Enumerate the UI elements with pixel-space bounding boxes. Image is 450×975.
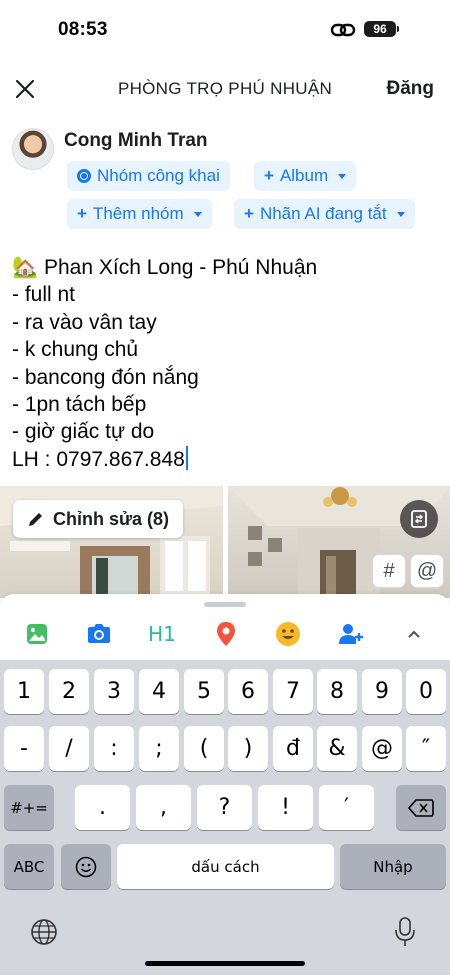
text-cursor [185, 445, 188, 470]
key-open-paren[interactable]: ( [184, 726, 224, 771]
globe-icon[interactable] [30, 918, 58, 946]
composer-header: PHÒNG TRỌ PHÚ NHUẬN Đăng [0, 60, 450, 118]
key-5[interactable]: 5 [184, 669, 224, 714]
key-slash[interactable]: / [49, 726, 89, 771]
swap-layout-button[interactable] [400, 500, 438, 538]
key-hyphen[interactable]: - [4, 726, 44, 771]
key-period[interactable]: . [75, 785, 130, 830]
tag-people-tool[interactable] [337, 620, 365, 648]
location-tool[interactable] [212, 620, 240, 648]
emoji-icon [75, 856, 97, 877]
tag-person-icon [339, 624, 363, 644]
photo-tool[interactable] [23, 620, 51, 648]
microphone-icon[interactable] [394, 916, 416, 948]
backspace-icon [408, 798, 434, 817]
key-double-prime[interactable]: ″ [406, 726, 446, 771]
key-question[interactable]: ? [197, 785, 252, 830]
smiley-icon [276, 622, 300, 646]
key-1[interactable]: 1 [4, 669, 44, 714]
plus-icon: + [264, 166, 274, 185]
link-icon [330, 23, 356, 37]
space-key[interactable]: dấu cách [117, 844, 334, 889]
plus-icon: + [244, 204, 254, 223]
key-2[interactable]: 2 [49, 669, 89, 714]
delete-key[interactable] [396, 785, 446, 830]
key-3[interactable]: 3 [94, 669, 134, 714]
key-ampersand[interactable]: & [317, 726, 357, 771]
album-button[interactable]: + Album [254, 161, 357, 191]
mention-button[interactable]: @ [410, 554, 444, 588]
post-text-input[interactable]: 🏡 Phan Xích Long - Phú Nhuận - full nt -… [12, 254, 442, 473]
globe-icon [77, 169, 91, 183]
edit-photos-label: Chỉnh sửa (8) [53, 508, 170, 529]
status-bar: 08:53 96 [0, 0, 450, 60]
key-close-paren[interactable]: ) [228, 726, 268, 771]
key-abc[interactable]: ABC [4, 844, 54, 889]
chevron-up-icon [408, 630, 420, 638]
pencil-icon [29, 513, 42, 526]
add-group-label: Thêm nhóm [92, 204, 184, 223]
key-8[interactable]: 8 [317, 669, 357, 714]
privacy-label: Nhóm công khai [97, 166, 220, 185]
key-symbols-toggle[interactable]: #+= [4, 785, 54, 830]
key-9[interactable]: 9 [362, 669, 402, 714]
chevron-down-icon [396, 211, 405, 217]
key-comma[interactable]: , [136, 785, 191, 830]
expand-toolbar-button[interactable] [400, 620, 428, 648]
key-0[interactable]: 0 [406, 669, 446, 714]
key-colon[interactable]: : [94, 726, 134, 771]
key-exclamation[interactable]: ! [258, 785, 313, 830]
ai-label-text: Nhãn AI đang tắt [259, 204, 387, 223]
edit-photos-button[interactable]: Chỉnh sửa (8) [13, 500, 184, 538]
battery-tip [397, 26, 399, 32]
key-4[interactable]: 4 [139, 669, 179, 714]
return-key[interactable]: Nhập [340, 844, 446, 889]
hashtag-button[interactable]: # [372, 554, 406, 588]
key-6[interactable]: 6 [228, 669, 268, 714]
key-7[interactable]: 7 [273, 669, 313, 714]
post-button[interactable]: Đăng [387, 78, 435, 100]
heading-tool[interactable]: H1 [148, 620, 176, 648]
privacy-selector[interactable]: Nhóm công khai [67, 161, 230, 191]
key-prime[interactable]: ′ [319, 785, 374, 830]
ai-label-button[interactable]: + Nhãn AI đang tắt [234, 199, 415, 229]
avatar [12, 128, 54, 170]
post-text: 🏡 Phan Xích Long - Phú Nhuận - full nt -… [12, 256, 318, 471]
image-icon [27, 624, 47, 644]
key-semicolon[interactable]: ; [139, 726, 179, 771]
location-pin-icon [217, 622, 235, 646]
camera-icon [88, 624, 110, 643]
emoji-key[interactable] [61, 844, 111, 889]
swap-icon [411, 510, 427, 528]
add-group-button[interactable]: + Thêm nhóm [67, 199, 212, 229]
battery-indicator: 96 [364, 21, 396, 37]
keyboard: 1 2 3 4 5 6 7 8 9 0 - / : ; ( ) đ & @ ″ … [0, 660, 450, 975]
key-d-stroke[interactable]: đ [273, 726, 313, 771]
status-time: 08:53 [58, 19, 108, 40]
camera-tool[interactable] [85, 620, 113, 648]
plus-icon: + [77, 204, 87, 223]
home-indicator [145, 961, 305, 966]
author-name: Cong Minh Tran [64, 130, 208, 151]
chevron-down-icon [338, 173, 347, 179]
composer-toolbar: H1 [0, 594, 450, 664]
album-label: Album [279, 166, 329, 185]
page-title: PHÒNG TRỌ PHÚ NHUẬN [117, 79, 333, 98]
chevron-down-icon [193, 211, 202, 217]
sheet-grabber[interactable] [204, 602, 246, 607]
key-at[interactable]: @ [362, 726, 402, 771]
feeling-tool[interactable] [274, 620, 302, 648]
